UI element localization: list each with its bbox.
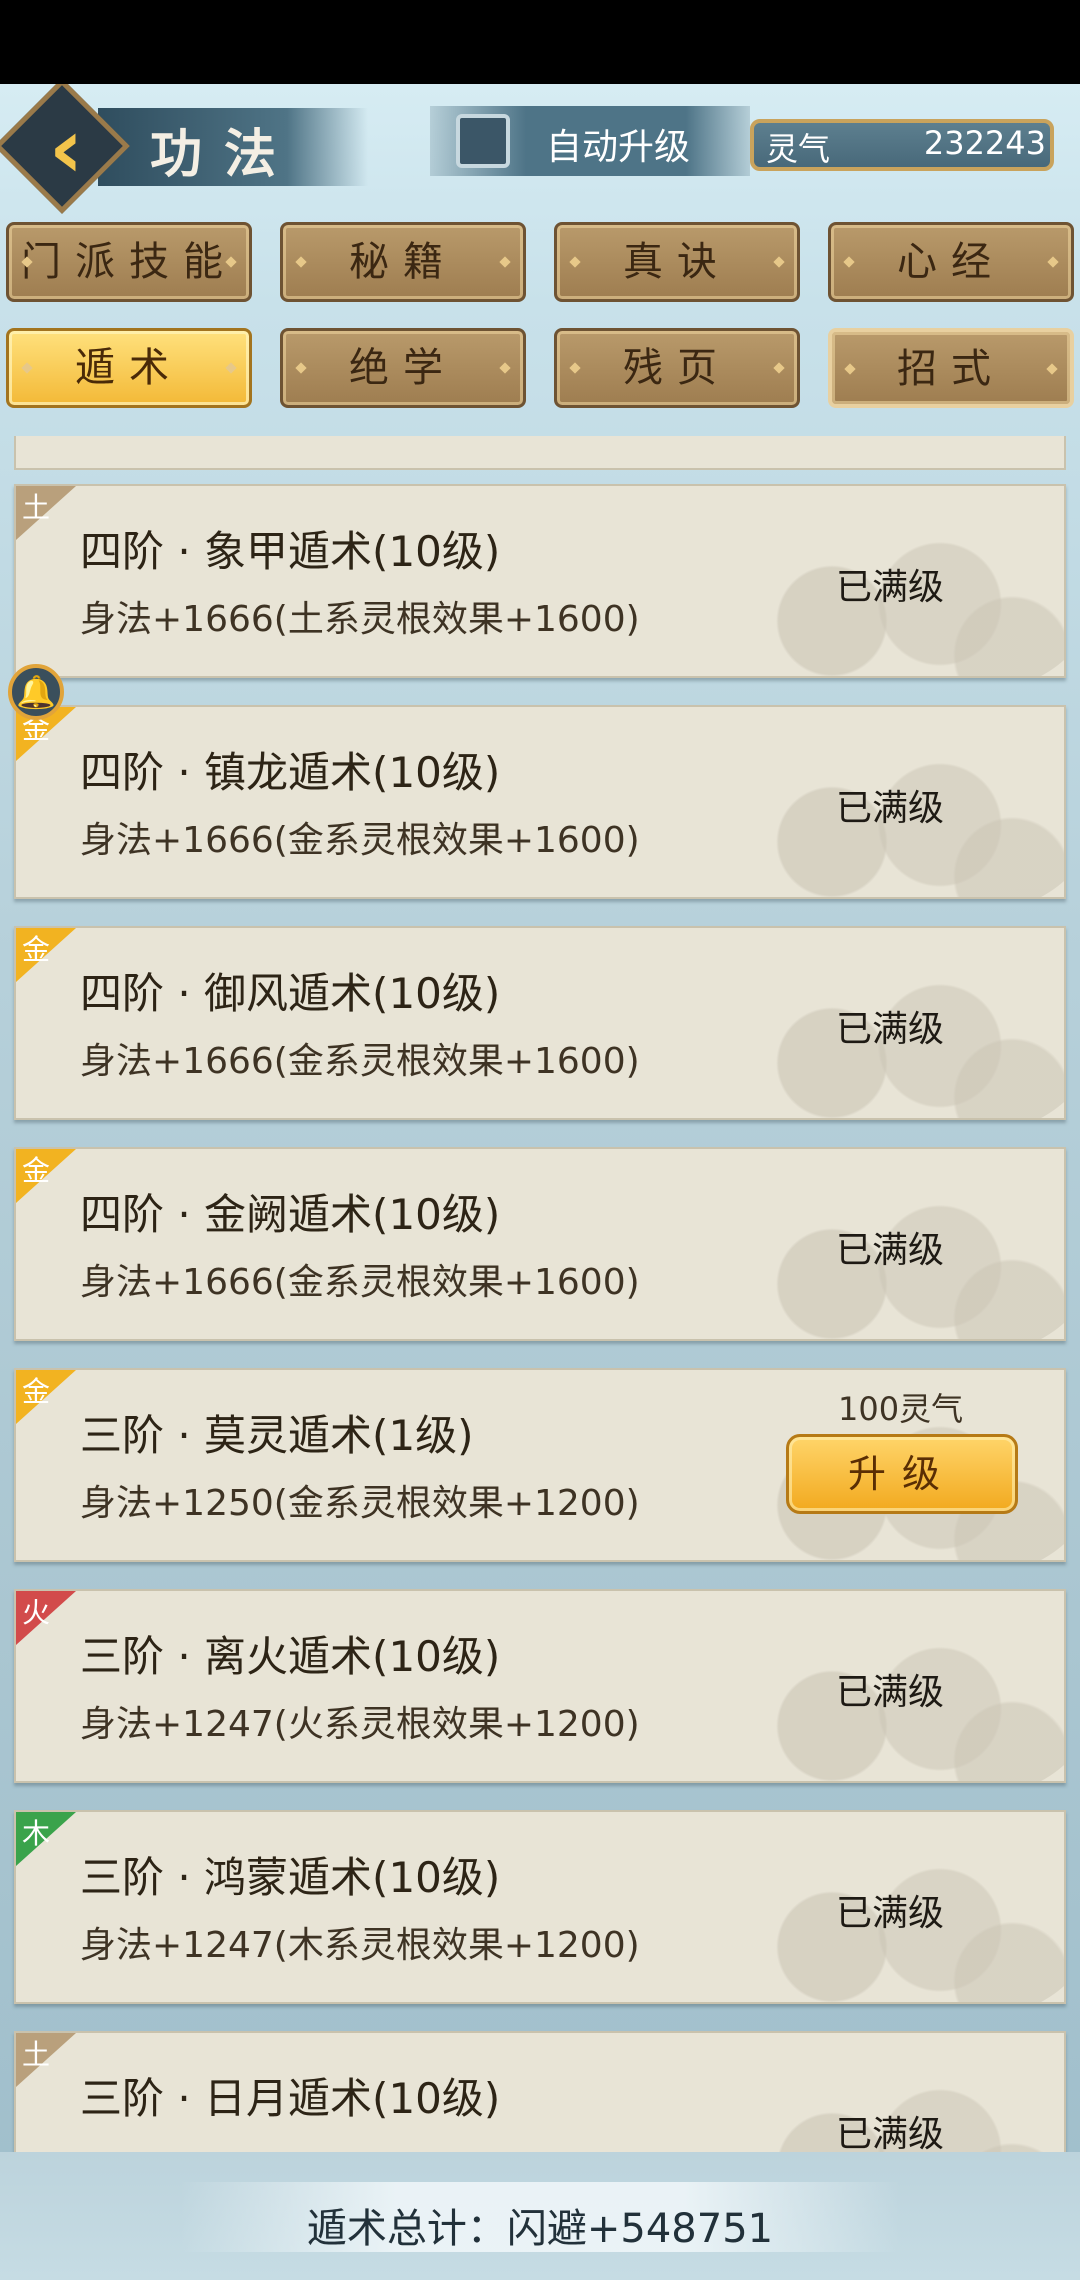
list-item[interactable]: 土 四阶 · 象甲遁术(10级) 身法+1666(土系灵根效果+1600) 已满… [14,484,1066,678]
tab-unique-skills[interactable]: 绝学 [280,328,526,408]
max-level-status: 已满级 [836,2114,945,2155]
skill-name: 四阶 · 象甲遁术(10级) [80,527,501,576]
upgrade-button[interactable]: 升级 [786,1434,1018,1514]
list-item[interactable]: 金 四阶 · 镇龙遁术(10级) 身法+1666(金系灵根效果+1600) 已满… [14,705,1066,899]
tab-label: 心经 [897,239,1005,285]
tab-secret-manuals[interactable]: 秘籍 [280,222,526,302]
skill-name: 四阶 · 镇龙遁术(10级) [80,748,501,797]
skill-effect: 身法+1666(土系灵根效果+1600) [80,599,640,640]
skill-name: 三阶 · 日月遁术(10级) [80,2074,501,2123]
skill-effect: 身法+1250(金系灵根效果+1200) [80,1483,640,1524]
list-item[interactable]: 金 三阶 · 莫灵遁术(1级) 身法+1250(金系灵根效果+1200) 100… [14,1368,1066,1562]
element-tag-text: 土 [22,491,51,524]
list-item[interactable]: 金 四阶 · 御风遁术(10级) 身法+1666(金系灵根效果+1600) 已满… [14,926,1066,1120]
skill-effect: 身法+1666(金系灵根效果+1600) [80,1041,640,1082]
qi-value: 232243 [923,124,1046,162]
page-title: 功法 [150,124,299,185]
skill-effect: 身法+1247(木系灵根效果+1200) [80,1925,640,1966]
skill-effect: 身法+1666(金系灵根效果+1600) [80,1262,640,1303]
element-tag-text: 金 [22,1154,51,1187]
tab-label: 遁术 [75,345,183,391]
footer-bar: 遁术总计：闪避+548751 [0,2152,1080,2280]
list-item-partial [14,436,1066,470]
qi-label: 灵气 [766,130,831,168]
tab-label: 门派技能 [21,239,237,285]
element-tag-text: 金 [22,933,51,966]
tab-label: 残页 [623,345,731,391]
skill-list[interactable]: 土 四阶 · 象甲遁术(10级) 身法+1666(土系灵根效果+1600) 已满… [0,436,1080,2216]
tab-label: 真诀 [623,239,731,285]
skill-name: 三阶 · 离火遁术(10级) [80,1632,501,1681]
back-arrow-icon[interactable]: ‹ [36,102,96,194]
skill-effect: 身法+1247(火系灵根效果+1200) [80,1704,640,1745]
tab-sect-skills[interactable]: 门派技能 [6,222,252,302]
max-level-status: 已满级 [836,1672,945,1713]
auto-upgrade-checkbox[interactable] [456,114,510,168]
escape-arts-total: 遁术总计：闪避+548751 [306,2206,774,2252]
list-item[interactable]: 金 四阶 · 金阙遁术(10级) 身法+1666(金系灵根效果+1600) 已满… [14,1147,1066,1341]
tab-remnant-pages[interactable]: 残页 [554,328,800,408]
skill-name: 四阶 · 金阙遁术(10级) [80,1190,501,1239]
max-level-status: 已满级 [836,788,945,829]
tab-heart-sutra[interactable]: 心经 [828,222,1074,302]
app-screen: ‹ 功法 自动升级 灵气 232243 门派技能 秘籍 真诀 心经 遁术 绝学 … [0,84,1080,2280]
element-tag-text: 木 [22,1817,51,1850]
element-tag-text: 金 [22,1375,51,1408]
max-level-status: 已满级 [836,1893,945,1934]
upgrade-cost: 100灵气 [838,1390,964,1428]
max-level-status: 已满级 [836,567,945,608]
list-item[interactable]: 火 三阶 · 离火遁术(10级) 身法+1247(火系灵根效果+1200) 已满… [14,1589,1066,1783]
tab-escape-arts[interactable]: 遁术 [6,328,252,408]
skill-name: 三阶 · 鸿蒙遁术(10级) [80,1853,501,1902]
tab-moves[interactable]: 招式 [828,328,1074,408]
max-level-status: 已满级 [836,1230,945,1271]
status-bar [0,0,1080,84]
max-level-status: 已满级 [836,1009,945,1050]
list-item[interactable]: 木 三阶 · 鸿蒙遁术(10级) 身法+1247(木系灵根效果+1200) 已满… [14,1810,1066,2004]
skill-name: 四阶 · 御风遁术(10级) [80,969,501,1018]
tab-label: 秘籍 [349,239,457,285]
skill-name: 三阶 · 莫灵遁术(1级) [80,1411,474,1460]
tab-label: 招式 [897,346,1005,392]
tab-true-formula[interactable]: 真诀 [554,222,800,302]
element-tag-text: 火 [22,1596,51,1629]
tab-label: 绝学 [349,345,457,391]
bell-icon[interactable]: 🔔 [8,664,64,720]
skill-effect: 身法+1666(金系灵根效果+1600) [80,820,640,861]
element-tag-text: 土 [22,2038,51,2071]
auto-upgrade-label[interactable]: 自动升级 [546,118,690,170]
